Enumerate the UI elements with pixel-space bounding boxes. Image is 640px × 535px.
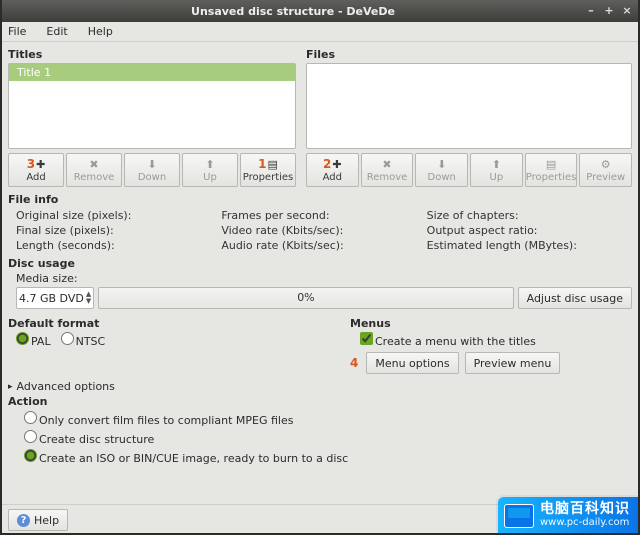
files-preview-button[interactable]: ⚙ Preview	[579, 153, 632, 187]
info-original-size: Original size (pixels):	[16, 208, 221, 223]
help-button[interactable]: ? Help	[8, 509, 68, 531]
arrow-up-icon: ⬆	[205, 159, 214, 170]
close-icon[interactable]: ×	[620, 4, 634, 18]
properties-icon: ▤	[267, 159, 277, 170]
titles-add-button[interactable]: 3✚ Add	[8, 153, 64, 187]
menus-label: Menus	[350, 317, 632, 330]
radio-ntsc[interactable]: NTSC	[61, 332, 106, 348]
titles-down-button[interactable]: ⬇ Down	[124, 153, 180, 187]
files-remove-button[interactable]: ✖ Remove	[361, 153, 414, 187]
radio-pal[interactable]: PAL	[16, 332, 51, 348]
maximize-icon[interactable]: +	[602, 4, 616, 18]
watermark: 电脑百科知识 www.pc-daily.com	[498, 497, 640, 535]
plus-icon: ✚	[332, 159, 341, 170]
advanced-options-expander[interactable]: ▸ Advanced options	[8, 380, 632, 393]
menu-edit[interactable]: Edit	[42, 23, 71, 40]
info-final-size: Final size (pixels):	[16, 223, 221, 238]
info-vrate: Video rate (Kbits/sec):	[221, 223, 426, 238]
help-icon: ?	[17, 514, 30, 527]
remove-icon: ✖	[89, 159, 98, 170]
watermark-url: www.pc-daily.com	[540, 516, 630, 529]
files-down-button[interactable]: ⬇ Down	[415, 153, 468, 187]
arrow-down-icon: ⬇	[437, 159, 446, 170]
titles-remove-button[interactable]: ✖ Remove	[66, 153, 122, 187]
menubar: File Edit Help	[0, 22, 640, 42]
list-item[interactable]: Title 1	[9, 64, 295, 81]
titles-properties-button[interactable]: 1▤ Properties	[240, 153, 296, 187]
info-chapters: Size of chapters:	[427, 208, 632, 223]
window-title: Unsaved disc structure - DeVeDe	[6, 5, 580, 18]
action-structure[interactable]: Create disc structure	[24, 430, 154, 446]
action-convert[interactable]: Only convert film files to compliant MPE…	[24, 411, 293, 427]
media-size-label: Media size:	[16, 272, 78, 285]
info-arate: Audio rate (Kbits/sec):	[221, 238, 426, 253]
info-length: Length (seconds):	[16, 238, 221, 253]
info-est: Estimated length (MBytes):	[427, 238, 632, 253]
action-label: Action	[8, 395, 632, 408]
disc-usage-progress: 0%	[98, 287, 513, 309]
default-format-label: Default format	[8, 317, 348, 330]
media-size-select[interactable]: 4.7 GB DVD ▲▼	[16, 287, 94, 309]
arrow-down-icon: ⬇	[147, 159, 156, 170]
expander-icon: ▸	[8, 382, 13, 392]
menu-file[interactable]: File	[4, 23, 30, 40]
file-info-label: File info	[8, 193, 632, 206]
menus-step-number: 4	[350, 356, 358, 370]
arrow-up-icon: ⬆	[492, 159, 501, 170]
minimize-icon[interactable]: –	[584, 4, 598, 18]
monitor-icon	[504, 504, 534, 528]
plus-icon: ✚	[36, 159, 45, 170]
preview-menu-button[interactable]: Preview menu	[465, 352, 561, 374]
files-label: Files	[306, 48, 632, 61]
files-list[interactable]	[306, 63, 632, 149]
properties-icon: ▤	[546, 159, 556, 170]
menu-help[interactable]: Help	[84, 23, 117, 40]
files-properties-button[interactable]: ▤ Properties	[525, 153, 578, 187]
info-fps: Frames per second:	[221, 208, 426, 223]
disc-usage-label: Disc usage	[8, 257, 632, 270]
titles-up-button[interactable]: ⬆ Up	[182, 153, 238, 187]
files-up-button[interactable]: ⬆ Up	[470, 153, 523, 187]
spin-down-icon[interactable]: ▼	[86, 298, 91, 305]
files-add-button[interactable]: 2✚ Add	[306, 153, 359, 187]
gear-icon: ⚙	[601, 159, 611, 170]
check-create-menu[interactable]: Create a menu with the titles	[360, 332, 536, 348]
titles-label: Titles	[8, 48, 296, 61]
titles-list[interactable]: Title 1	[8, 63, 296, 149]
watermark-title: 电脑百科知识	[540, 503, 630, 516]
action-iso[interactable]: Create an ISO or BIN/CUE image, ready to…	[24, 449, 348, 465]
remove-icon: ✖	[382, 159, 391, 170]
adjust-disc-usage-button[interactable]: Adjust disc usage	[518, 287, 632, 309]
titlebar: Unsaved disc structure - DeVeDe – + ×	[0, 0, 640, 22]
info-aspect: Output aspect ratio:	[427, 223, 632, 238]
menu-options-button[interactable]: Menu options	[366, 352, 458, 374]
